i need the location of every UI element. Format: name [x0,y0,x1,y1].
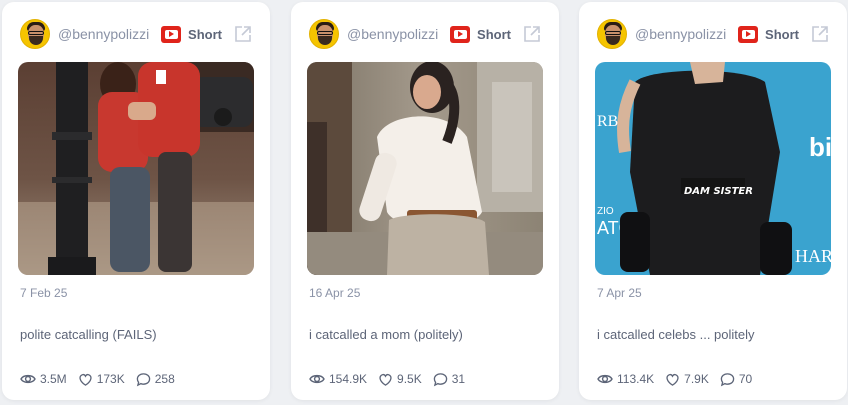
card-header: @bennypolizzi Short [20,18,252,50]
backdrop-text: HAR [795,246,831,266]
comments-stat: 31 [433,372,465,387]
views-stat: 3.5M [20,371,67,387]
video-thumbnail[interactable] [307,62,543,275]
publish-date: 7 Apr 25 [597,286,642,300]
youtube-icon [161,25,182,43]
comments-count: 31 [451,372,466,386]
platform-label: Short [477,26,511,42]
video-thumbnail[interactable]: RBC ZIO ATC bi HAR DAM SISTER [595,62,831,275]
likes-count: 7.9K [684,372,709,386]
eye-icon [309,374,325,384]
thumbnail-caption: DAM SISTER [684,186,753,197]
likes-stat: 173K [78,372,125,387]
external-link-icon[interactable] [811,25,829,43]
avatar[interactable] [597,19,627,49]
external-link-icon[interactable] [234,25,252,43]
publish-date: 7 Feb 25 [20,286,68,300]
avatar[interactable] [309,19,339,49]
likes-stat: 7.9K [665,372,709,387]
platform-label: Short [765,26,799,42]
views-count: 113.4K [617,372,655,386]
comment-icon [720,372,735,386]
video-card[interactable]: @bennypolizzi Short RBC ZIO ATC bi HAR D… [579,2,847,400]
youtube-icon [450,25,471,43]
views-count: 3.5M [40,372,67,386]
comments-stat: 258 [136,372,175,387]
video-title[interactable]: i catcalled celebs ... politely [597,327,755,342]
publish-date: 16 Apr 25 [309,286,361,300]
eye-icon [597,374,613,384]
heart-icon [79,373,92,386]
eye-icon [20,374,36,384]
stats-row: 154.9K 9.5K 31 [309,371,476,387]
comment-icon [136,372,150,386]
video-card[interactable]: @bennypolizzi Short [2,2,270,400]
likes-count: 9.5K [397,372,422,386]
video-title[interactable]: i catcalled a mom (politely) [309,327,463,342]
creator-handle[interactable]: @bennypolizzi [58,26,149,42]
comments-count: 70 [738,372,753,386]
views-stat: 154.9K [309,371,367,387]
card-header: @bennypolizzi Short [309,18,541,50]
stats-row: 113.4K 7.9K 70 [597,371,763,387]
youtube-icon [738,25,759,43]
video-thumbnail[interactable] [18,62,254,275]
backdrop-text: bi [809,132,831,162]
backdrop-text: ZIO [597,206,614,217]
likes-stat: 9.5K [378,372,422,387]
comments-stat: 70 [720,372,752,387]
creator-handle[interactable]: @bennypolizzi [347,26,438,42]
external-link-icon[interactable] [523,25,541,43]
heart-icon [666,373,679,386]
comment-icon [433,372,447,386]
creator-handle[interactable]: @bennypolizzi [635,26,726,42]
views-count: 154.9K [329,372,368,386]
avatar[interactable] [20,19,50,49]
heart-icon [379,373,392,386]
views-stat: 113.4K [597,371,654,387]
comments-count: 258 [154,372,175,386]
platform-label: Short [188,26,222,42]
likes-count: 173K [96,372,125,386]
video-title[interactable]: polite catcalling (FAILS) [20,327,157,342]
stats-row: 3.5M 173K 258 [20,371,186,387]
video-card[interactable]: @bennypolizzi Short [291,2,559,400]
card-header: @bennypolizzi Short [597,18,829,50]
